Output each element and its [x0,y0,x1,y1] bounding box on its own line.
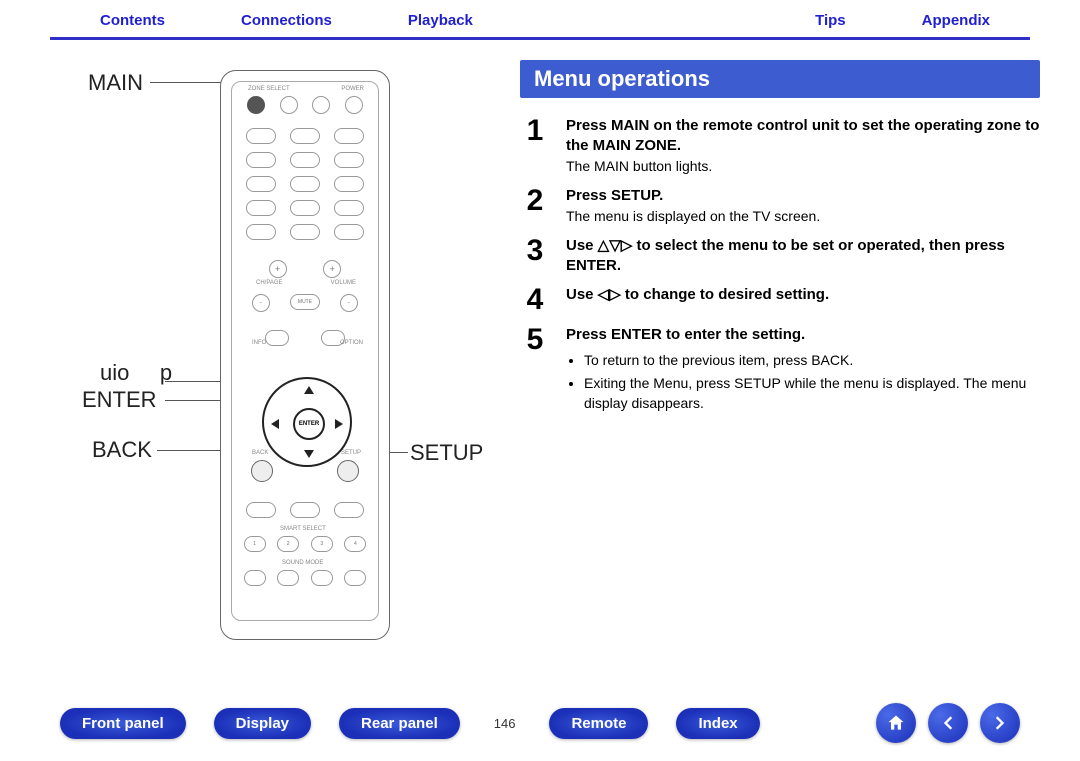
remote-outline: ZONE SELECT POWER CH/PAGE VOLU [220,70,390,640]
section-heading: Menu operations [520,60,1040,98]
label-enter: ENTER [82,387,157,413]
remote-power-button [345,96,363,114]
remote-enter-button: ENTER [293,408,325,440]
remote-zone-button [280,96,298,114]
bottom-front-panel[interactable]: Front panel [60,708,186,739]
bottom-nav-bar: Front panel Display Rear panel 146 Remot… [0,703,1080,743]
step-bullet: To return to the previous item, press BA… [584,351,1040,371]
step-subtext: The menu is displayed on the TV screen. [566,207,820,226]
label-back: BACK [92,437,152,463]
step-subtext: The MAIN button lights. [566,157,1040,176]
page-number: 146 [488,716,522,731]
bottom-display[interactable]: Display [214,708,311,739]
step-text: Press MAIN on the remote control unit to… [566,116,1040,155]
nav-contents[interactable]: Contents [100,12,165,29]
steps-list: 1 Press MAIN on the remote control unit … [520,116,1040,418]
step-number: 4 [520,285,550,315]
label-main: MAIN [88,70,143,96]
step-number: 1 [520,116,550,146]
remote-sleep-button [312,96,330,114]
bottom-rear-panel[interactable]: Rear panel [339,708,460,739]
remote-illustration-area: MAIN uio p ENTER BACK SETUP ZONE SELECT … [40,60,500,428]
step-number: 2 [520,186,550,216]
top-nav-bar: Contents Connections Playback Tips Appen… [0,0,1080,35]
step-text: Press ENTER to enter the setting. [566,325,1040,345]
remote-main-button [247,96,265,114]
bottom-remote[interactable]: Remote [549,708,648,739]
arrow-right-icon[interactable] [980,703,1020,743]
nav-connections[interactable]: Connections [241,12,332,29]
arrow-left-icon[interactable] [928,703,968,743]
label-uio-p: uio p [100,360,172,386]
step-bullet: Exiting the Menu, press SETUP while the … [584,374,1040,413]
step-text: Use ◁▷ to change to desired setting. [566,285,829,305]
step-number: 3 [520,236,550,266]
remote-setup-button [337,460,359,482]
remote-back-button [251,460,273,482]
home-icon[interactable] [876,703,916,743]
step-text: Press SETUP. [566,186,820,206]
label-setup: SETUP [410,440,483,466]
step-text: Use △▽▷ to select the menu to be set or … [566,236,1040,275]
bottom-index[interactable]: Index [676,708,759,739]
step-number: 5 [520,325,550,355]
remote-dpad: ENTER [262,377,352,467]
nav-tips[interactable]: Tips [815,12,846,29]
nav-appendix[interactable]: Appendix [922,12,990,29]
nav-playback[interactable]: Playback [408,12,473,29]
